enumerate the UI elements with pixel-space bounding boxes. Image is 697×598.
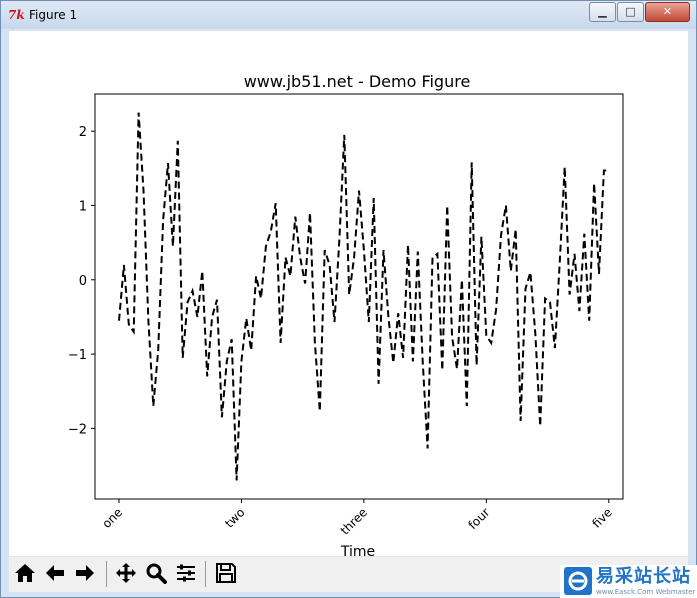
save-button[interactable] xyxy=(213,560,239,586)
pan-button[interactable] xyxy=(113,560,139,586)
tk-feather-icon: 7k xyxy=(8,8,25,22)
minimize-icon: ▁ xyxy=(598,5,607,18)
zoom-button[interactable] xyxy=(143,560,169,586)
forward-button[interactable] xyxy=(72,560,98,586)
title-bar[interactable]: 7k Figure 1 ▁ □ ✕ xyxy=(1,1,696,29)
close-button[interactable]: ✕ xyxy=(645,2,690,22)
x-axis: one two three four five xyxy=(99,499,615,538)
x-axis-label: Time xyxy=(340,544,375,556)
watermark: 易采站长站 www.Easck.Com Webmaster xyxy=(560,565,697,598)
arrow-right-icon xyxy=(76,565,94,581)
arrow-left-icon xyxy=(46,565,64,581)
y-tick-label: −1 xyxy=(68,348,87,363)
watermark-subtext: www.Easck.Com Webmaster xyxy=(596,588,696,596)
watermark-text: 易采站长站 xyxy=(596,566,691,587)
sliders-icon xyxy=(177,564,195,582)
x-tick-label: five xyxy=(589,505,614,530)
maximize-icon: □ xyxy=(625,5,636,18)
toolbar-separator xyxy=(106,561,107,587)
move-icon xyxy=(116,563,136,583)
plot-area: www.jb51.net - Demo Figure −2 −1 0 1 2 one tw… xyxy=(68,72,624,556)
x-tick-label: three xyxy=(338,505,370,537)
toolbar-separator xyxy=(205,561,206,587)
configure-subplots-button[interactable] xyxy=(173,560,199,586)
figure-canvas[interactable]: www.jb51.net - Demo Figure −2 −1 0 1 2 one tw… xyxy=(9,31,688,592)
x-tick-label: four xyxy=(466,505,493,532)
window-title: Figure 1 xyxy=(29,8,78,22)
y-tick-label: −2 xyxy=(68,422,87,437)
y-axis: −2 −1 0 1 2 xyxy=(68,125,95,437)
chart-title: www.jb51.net - Demo Figure xyxy=(244,72,471,91)
home-icon xyxy=(15,564,35,582)
back-button[interactable] xyxy=(42,560,68,586)
axes-frame xyxy=(94,93,624,500)
easck-logo-icon xyxy=(564,567,592,595)
app-window: 7k Figure 1 ▁ □ ✕ www.jb51.net - Demo Fi… xyxy=(0,0,697,598)
maximize-button[interactable]: □ xyxy=(617,2,644,22)
minimize-button[interactable]: ▁ xyxy=(589,2,616,22)
y-tick-label: 1 xyxy=(79,199,87,214)
y-tick-label: 2 xyxy=(79,125,87,140)
zoom-icon xyxy=(146,563,167,584)
save-icon xyxy=(216,563,236,583)
x-tick-label: two xyxy=(222,505,247,530)
x-tick-label: one xyxy=(99,505,125,531)
y-tick-label: 0 xyxy=(79,274,87,289)
close-icon: ✕ xyxy=(662,5,673,18)
home-button[interactable] xyxy=(12,560,38,586)
